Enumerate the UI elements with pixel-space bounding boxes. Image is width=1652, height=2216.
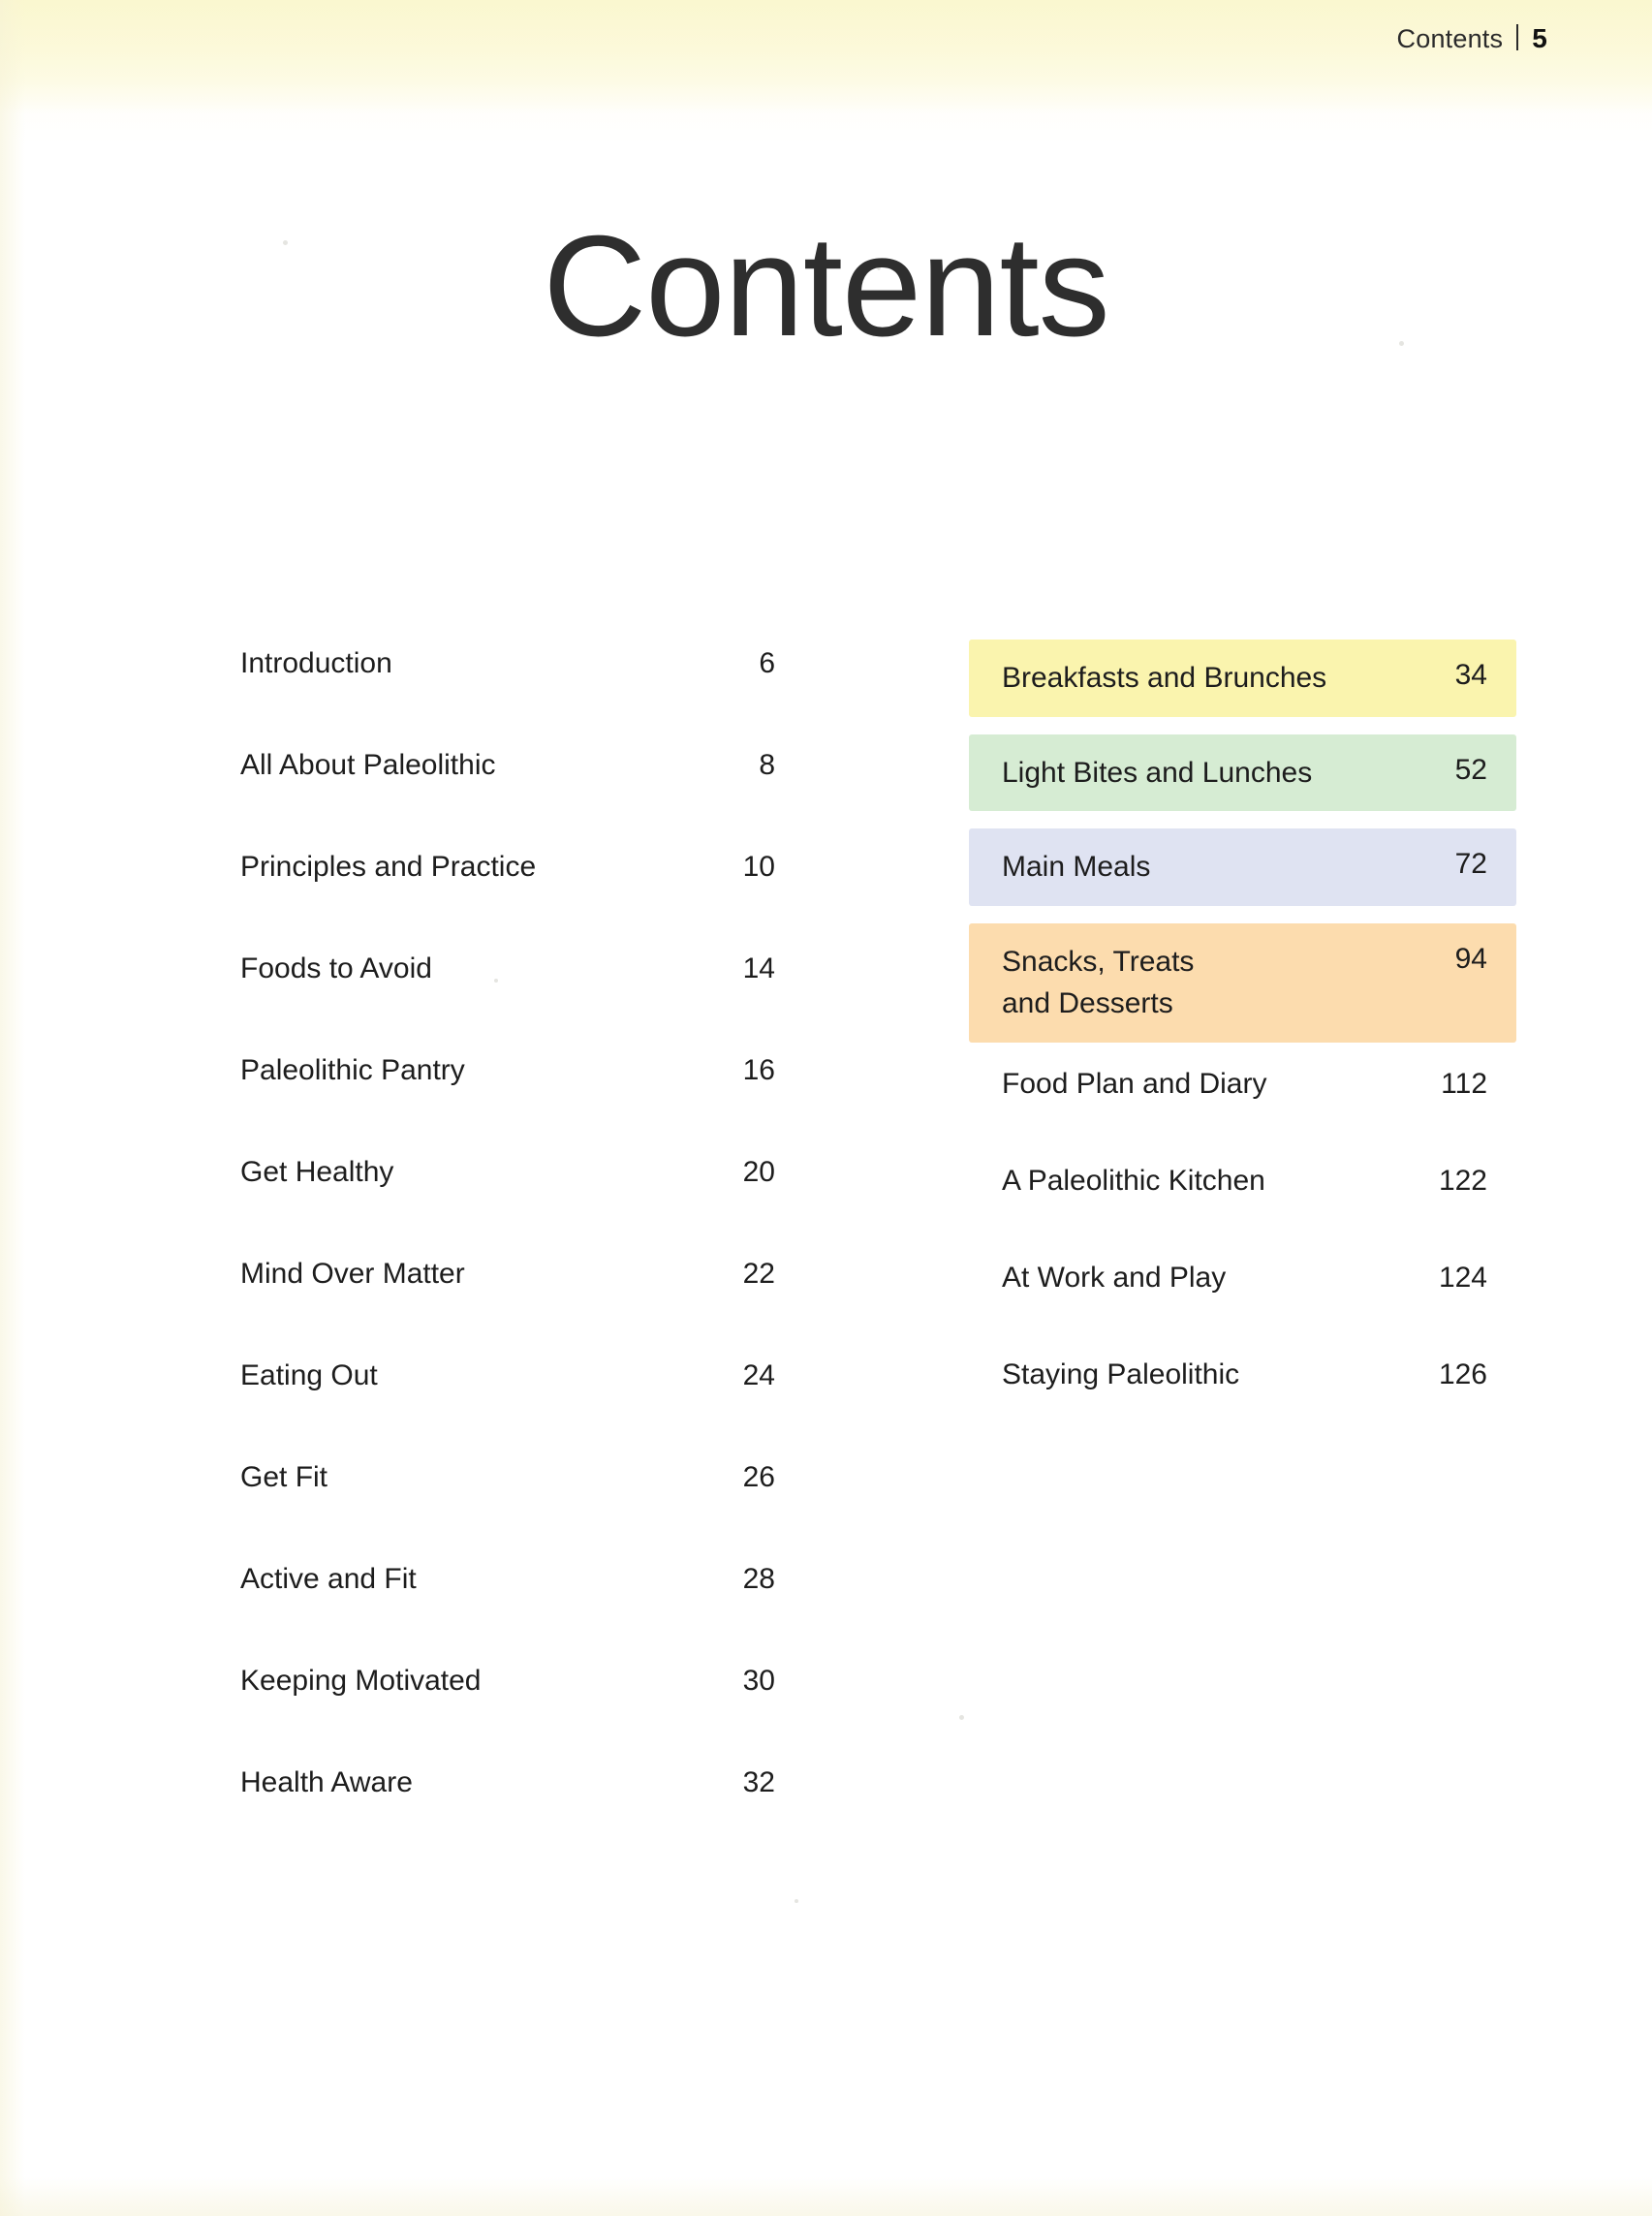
- toc-entry[interactable]: Staying Paleolithic 126: [969, 1351, 1516, 1448]
- toc-entry-page-number: 22: [742, 1258, 775, 1290]
- toc-entry-title: Active and Fit: [240, 1563, 417, 1595]
- scan-speck: [795, 1899, 798, 1903]
- toc-entry-page-number: 20: [742, 1156, 775, 1188]
- page-top-color-band: [0, 0, 1652, 114]
- toc-entry[interactable]: Active and Fit 28: [240, 1555, 783, 1657]
- toc-entry[interactable]: Breakfasts and Brunches 34: [969, 640, 1516, 717]
- toc-entry-title: Snacks, Treats and Desserts: [1002, 945, 1195, 1020]
- toc-entry-page-number: 8: [759, 749, 775, 781]
- toc-entry[interactable]: Introduction 6: [240, 640, 783, 741]
- toc-entry[interactable]: A Paleolithic Kitchen 122: [969, 1157, 1516, 1254]
- toc-entry-title: Mind Over Matter: [240, 1258, 465, 1290]
- toc-entry-title: Paleolithic Pantry: [240, 1054, 465, 1086]
- toc-entry[interactable]: Keeping Motivated 30: [240, 1657, 783, 1759]
- toc-entry[interactable]: Food Plan and Diary 112: [969, 1060, 1516, 1157]
- toc-entry[interactable]: Foods to Avoid 14: [240, 945, 783, 1046]
- toc-entry-title: Food Plan and Diary: [1002, 1067, 1267, 1100]
- toc-entry-page-number: 10: [742, 851, 775, 883]
- toc-entry[interactable]: At Work and Play 124: [969, 1254, 1516, 1351]
- toc-entry-page-number: 28: [742, 1563, 775, 1595]
- toc-entry-title: All About Paleolithic: [240, 749, 496, 781]
- toc-entry-page-number: 24: [742, 1359, 775, 1391]
- toc-entry-page-number: 6: [759, 647, 775, 679]
- toc-entry[interactable]: Eating Out 24: [240, 1352, 783, 1453]
- toc-entry-title: Main Meals: [1002, 851, 1151, 883]
- toc-entry-page-number: 32: [742, 1766, 775, 1798]
- page-title: Contents: [543, 206, 1109, 366]
- toc-entry-title: Get Fit: [240, 1461, 328, 1493]
- contents-page: Contents 5 Contents Introduction 6 All Abo…: [0, 0, 1652, 2216]
- toc-entry-page-number: 94: [1454, 942, 1487, 975]
- toc-entry-title: Staying Paleolithic: [1002, 1358, 1240, 1390]
- page-folio-number: 5: [1532, 23, 1547, 53]
- toc-entry[interactable]: Principles and Practice 10: [240, 843, 783, 945]
- toc-entry[interactable]: Light Bites and Lunches 52: [969, 733, 1516, 811]
- toc-entry[interactable]: Main Meals 72: [969, 828, 1516, 906]
- running-header-divider: [1516, 24, 1519, 50]
- toc-entry-title: Health Aware: [240, 1766, 413, 1798]
- toc-entry[interactable]: Snacks, Treats and Desserts 94: [969, 922, 1516, 1043]
- toc-entry-page-number: 26: [742, 1461, 775, 1493]
- toc-entry-page-number: 112: [1441, 1067, 1487, 1100]
- toc-entry-title: A Paleolithic Kitchen: [1002, 1164, 1265, 1197]
- toc-entry-page-number: 124: [1438, 1261, 1487, 1294]
- toc-entry-page-number: 14: [742, 952, 775, 984]
- toc-entry-page-number: 72: [1454, 848, 1487, 880]
- toc-entry[interactable]: Mind Over Matter 22: [240, 1250, 783, 1352]
- toc-entry[interactable]: Get Fit 26: [240, 1453, 783, 1555]
- toc-entry-page-number: 30: [742, 1665, 775, 1697]
- toc-entry-title: Introduction: [240, 647, 392, 679]
- toc-entry-title: Principles and Practice: [240, 851, 537, 883]
- running-header-label: Contents: [1396, 24, 1504, 53]
- toc-entry-page-number: 126: [1438, 1358, 1487, 1390]
- toc-entry-title: At Work and Play: [1002, 1261, 1227, 1294]
- toc-entry-title: Get Healthy: [240, 1156, 394, 1188]
- toc-entry-title: Light Bites and Lunches: [1002, 756, 1313, 789]
- toc-entry-page-number: 52: [1454, 753, 1487, 786]
- toc-entry[interactable]: Health Aware 32: [240, 1759, 783, 1860]
- toc-column-left: Introduction 6 All About Paleolithic 8 Princ…: [240, 640, 783, 1860]
- table-of-contents: Introduction 6 All About Paleolithic 8 Princ…: [0, 640, 1652, 1899]
- toc-entry-title: Keeping Motivated: [240, 1665, 482, 1697]
- toc-entry-title: Breakfasts and Brunches: [1002, 662, 1327, 694]
- toc-entry-page-number: 34: [1454, 659, 1487, 691]
- toc-entry-title: Foods to Avoid: [240, 952, 432, 984]
- toc-column-right: Breakfasts and Brunches 34 Light Bites and…: [969, 640, 1516, 1448]
- toc-entry[interactable]: Paleolithic Pantry 16: [240, 1046, 783, 1148]
- toc-entry-page-number: 16: [742, 1054, 775, 1086]
- toc-entry[interactable]: Get Healthy 20: [240, 1148, 783, 1250]
- scan-gutter-bottom: [0, 2177, 1652, 2216]
- running-header: Contents 5: [1397, 21, 1547, 54]
- toc-entry-title: Eating Out: [240, 1359, 378, 1391]
- toc-entry-page-number: 122: [1438, 1164, 1487, 1197]
- toc-entry[interactable]: All About Paleolithic 8: [240, 741, 783, 843]
